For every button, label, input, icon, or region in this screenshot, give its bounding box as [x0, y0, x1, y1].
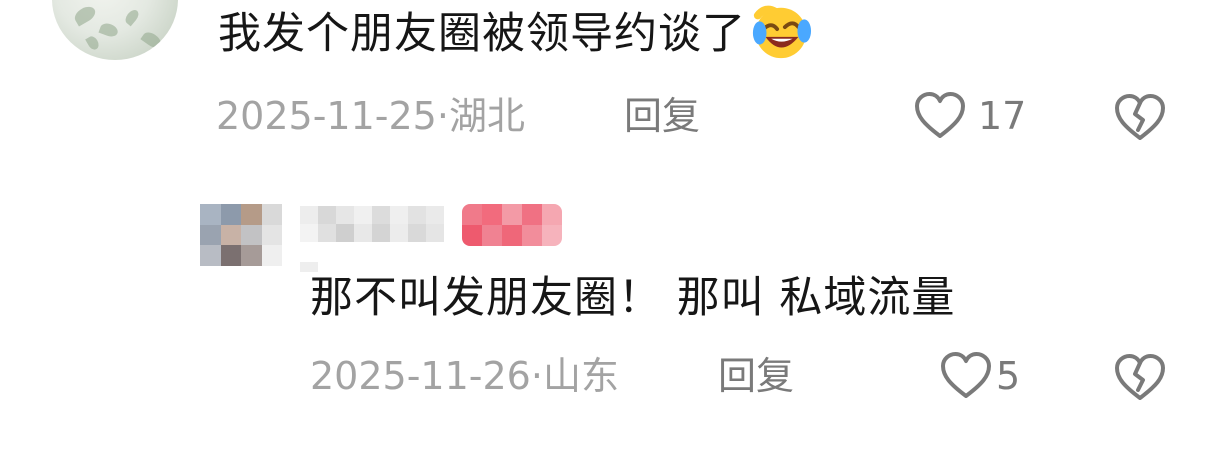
heart-icon — [915, 92, 965, 138]
like-count: 5 — [996, 354, 1021, 398]
reply-meta: 2025-11-26·山东 — [310, 352, 619, 400]
commenter-avatar[interactable] — [52, 0, 178, 60]
reply-date: 2025-11-26 — [310, 354, 531, 398]
comment-text: 我发个朋友圈被领导约谈了 — [218, 9, 746, 59]
meta-separator: · — [436, 94, 449, 138]
comment-body: 我发个朋友圈被领导约谈了 — [218, 4, 812, 68]
reply-like-button[interactable]: 5 — [940, 352, 1020, 400]
broken-heart-icon[interactable] — [1114, 94, 1166, 142]
reply-location: 山东 — [542, 354, 619, 398]
reply-reply-button[interactable]: 回复 — [718, 352, 794, 400]
reply-body: 那不叫发朋友圈！ 那叫 私域流量 — [310, 273, 956, 323]
like-count: 17 — [978, 94, 1027, 138]
comment-location: 湖北 — [448, 94, 525, 138]
comment-like-button[interactable]: 17 — [914, 92, 1026, 140]
broken-heart-icon[interactable] — [1114, 354, 1166, 402]
comment-meta: 2025-11-25·湖北 — [216, 92, 525, 140]
reply-button[interactable]: 回复 — [624, 92, 700, 140]
user-badge — [462, 204, 562, 246]
meta-separator: · — [530, 354, 543, 398]
reply-avatar[interactable] — [200, 204, 282, 266]
rofl-emoji-icon — [752, 5, 812, 58]
reply-username[interactable] — [300, 206, 444, 242]
heart-icon — [941, 352, 991, 398]
comment-date: 2025-11-25 — [216, 94, 437, 138]
